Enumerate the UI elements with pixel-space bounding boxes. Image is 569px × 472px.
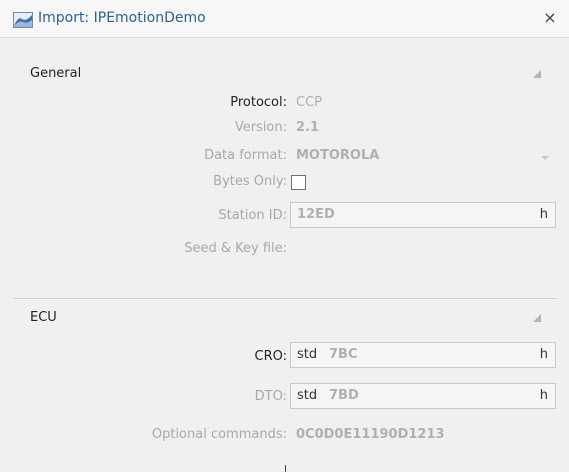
station-id-value: 12ED [297, 207, 335, 222]
station-id-label: Station ID: [218, 208, 287, 223]
chart-area-icon [13, 12, 33, 28]
collapse-icon[interactable] [533, 314, 541, 322]
dto-suffix: h [539, 388, 548, 403]
cro-suffix: h [539, 347, 548, 362]
version-label: Version: [234, 120, 287, 135]
cro-prefix: std [297, 347, 318, 362]
section-divider [13, 298, 557, 299]
section-general-header[interactable]: General [13, 63, 557, 85]
seed-key-label: Seed & Key file: [184, 241, 287, 256]
resize-marker [285, 465, 286, 472]
dto-value: 7BD [329, 388, 359, 403]
dto-label: DTO: [254, 389, 287, 404]
window-title: Import: IPEmotionDemo [38, 10, 206, 26]
collapse-icon[interactable] [533, 70, 541, 78]
close-button[interactable]: × [541, 8, 559, 28]
station-id-field[interactable]: 12ED h [290, 202, 556, 228]
chevron-down-icon[interactable] [541, 156, 549, 160]
data-format-label: Data format: [204, 148, 287, 163]
bytes-only-checkbox[interactable] [291, 175, 306, 190]
dto-prefix: std [297, 388, 318, 403]
protocol-value: CCP [296, 95, 322, 110]
version-value: 2.1 [296, 120, 320, 135]
station-id-suffix: h [539, 207, 548, 222]
section-general-label: General [30, 66, 82, 81]
cro-value: 7BC [329, 347, 358, 362]
title-bar: Import: IPEmotionDemo × [0, 0, 569, 38]
optional-commands-label: Optional commands: [151, 427, 287, 442]
section-ecu-label: ECU [30, 310, 57, 325]
data-format-select[interactable]: MOTOROLA [296, 148, 379, 163]
bytes-only-label: Bytes Only: [213, 174, 287, 189]
optional-commands-value: 0C0D0E11190D1213 [296, 427, 445, 442]
cro-label: CRO: [254, 349, 288, 364]
dto-field[interactable]: std 7BD h [290, 383, 556, 409]
protocol-label: Protocol: [230, 95, 287, 110]
cro-field[interactable]: std 7BC h [290, 342, 556, 368]
section-ecu-header[interactable]: ECU [13, 307, 557, 329]
